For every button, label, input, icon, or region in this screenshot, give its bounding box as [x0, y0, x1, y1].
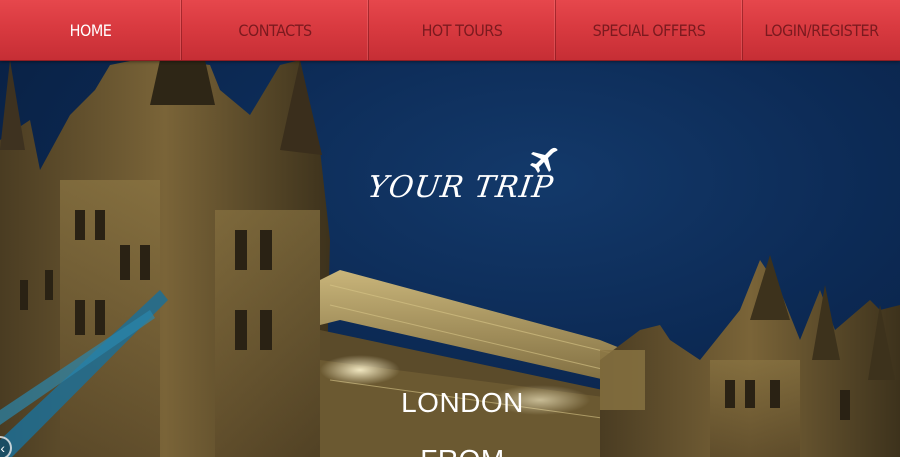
chevron-left-icon: ‹ — [0, 440, 5, 456]
nav-hot-tours[interactable]: HOT TOURS — [369, 0, 556, 60]
nav-special-offers[interactable]: SPECIAL OFFERS — [556, 0, 743, 60]
hero-slider: YOUR TRIP LONDON FROM ‹ — [0, 60, 900, 457]
main-nav: HOME CONTACTS HOT TOURS SPECIAL OFFERS L… — [0, 0, 900, 61]
nav-contacts[interactable]: CONTACTS — [182, 0, 369, 60]
nav-home[interactable]: HOME — [0, 0, 182, 60]
destination-title: LONDON — [401, 387, 524, 418]
nav-login-register[interactable]: LOGIN/REGISTER — [743, 0, 900, 60]
airplane-icon — [530, 147, 558, 173]
destination-subtitle: FROM — [0, 444, 900, 457]
